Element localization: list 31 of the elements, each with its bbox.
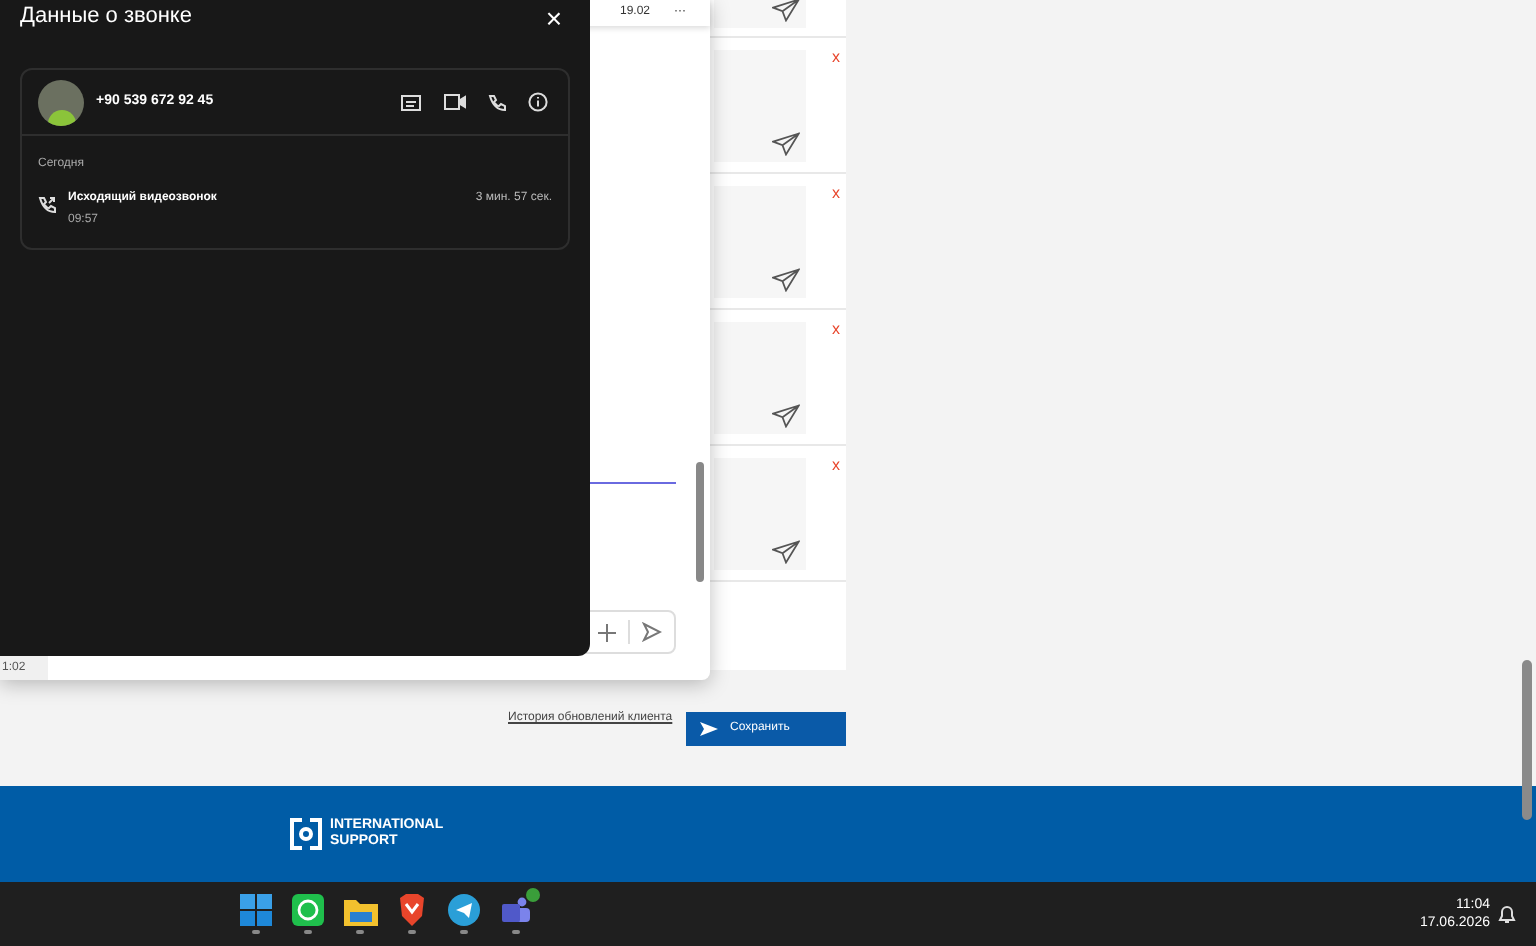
- avatar: [38, 79, 84, 125]
- dialog-title: Данные о звонке: [20, 2, 192, 33]
- lion-shield-icon[interactable]: [398, 894, 426, 926]
- remove-mark[interactable]: x: [832, 322, 840, 444]
- paper-plane-icon[interactable]: [772, 404, 800, 428]
- people-app-icon[interactable]: [500, 894, 532, 926]
- outgoing-call-icon: [38, 196, 56, 214]
- paper-plane-icon[interactable]: [772, 0, 800, 22]
- plus-icon[interactable]: [598, 623, 616, 641]
- close-button[interactable]: ×: [545, 3, 570, 31]
- folder-icon[interactable]: [343, 895, 377, 925]
- send-icon[interactable]: [642, 622, 662, 642]
- chat-bubble-app-icon[interactable]: [292, 894, 324, 926]
- paper-plane-icon[interactable]: [772, 268, 800, 292]
- remove-mark[interactable]: x: [832, 458, 840, 580]
- phone-icon[interactable]: [488, 93, 506, 111]
- paper-plane-app-icon[interactable]: [448, 894, 480, 926]
- remove-mark[interactable]: x: [832, 186, 840, 308]
- scrollbar-thumb[interactable]: [696, 462, 704, 582]
- info-icon[interactable]: [528, 92, 548, 112]
- paper-plane-icon[interactable]: [772, 540, 800, 564]
- video-camera-icon[interactable]: [444, 94, 466, 110]
- page-scrollbar-thumb[interactable]: [1522, 660, 1532, 820]
- remove-mark[interactable]: x: [832, 50, 840, 172]
- status-badge: [526, 888, 540, 902]
- message-icon[interactable]: [400, 93, 422, 111]
- brand-logo-icon: [290, 818, 322, 850]
- notification-bell-icon[interactable]: [1498, 904, 1516, 924]
- windows-logo-icon[interactable]: [240, 894, 272, 926]
- paper-plane-icon[interactable]: [772, 132, 800, 156]
- send-icon: [700, 722, 718, 736]
